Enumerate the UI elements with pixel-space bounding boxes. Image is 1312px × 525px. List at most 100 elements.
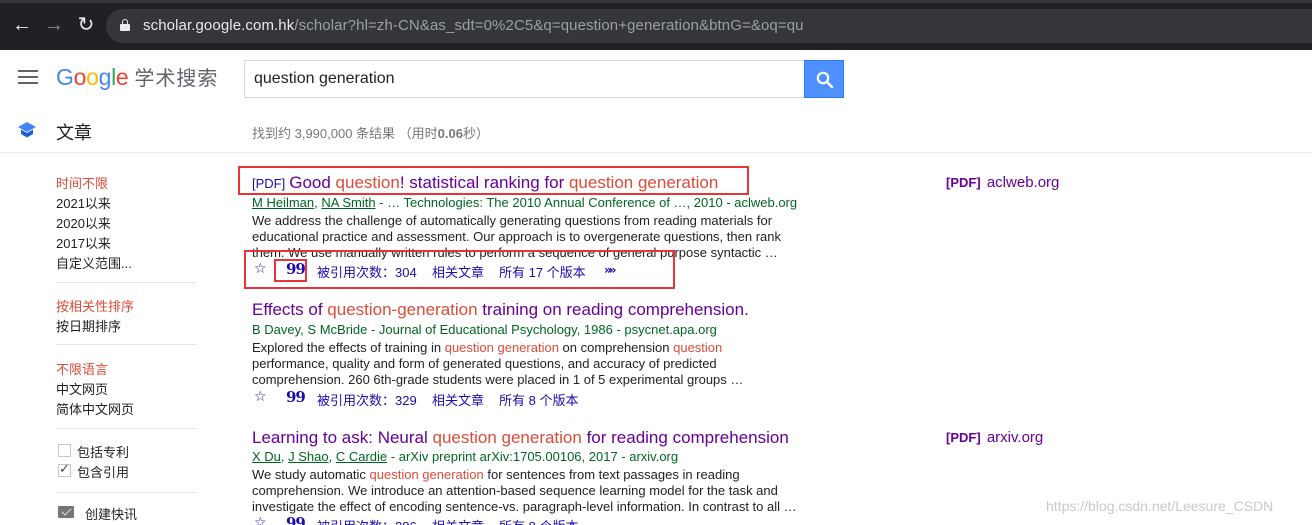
result-meta: M Heilman, NA Smith - … Technologies: Th… <box>252 195 798 210</box>
result-snippet: Explored the effects of training in ques… <box>252 340 802 388</box>
result-title[interactable]: Effects of question-generation training … <box>252 300 749 320</box>
author-link[interactable]: X Du <box>252 449 281 464</box>
pdf-tag: [PDF] <box>946 430 981 445</box>
include-citations-label: 包含引用 <box>77 465 130 480</box>
watermark: https://blog.csdn.net/Leesure_CSDN <box>1046 498 1274 514</box>
sort-by-relevance[interactable]: 按相关性排序 <box>56 296 134 315</box>
search-icon <box>816 71 834 89</box>
snippet-text: We study automatic <box>252 467 370 482</box>
include-citations-checkbox[interactable] <box>58 462 71 477</box>
search-button[interactable] <box>804 60 844 98</box>
related-articles-link[interactable]: 相关文章 <box>432 516 484 525</box>
filter-since-2021[interactable]: 2021以来 <box>56 193 111 212</box>
stats-time: 0.06 <box>437 126 463 141</box>
cite-quote-icon[interactable]: 99 <box>286 514 306 525</box>
pdf-side-link[interactable]: [PDF] aclweb.org <box>946 174 1059 191</box>
lang-any[interactable]: 不限语言 <box>56 359 108 378</box>
sidebar-divider <box>56 282 196 283</box>
result-meta: X Du, J Shao, C Cardie - arXiv preprint … <box>252 449 679 464</box>
save-star-icon[interactable]: ☆ <box>254 389 267 405</box>
result-meta: B Davey, S McBride - Journal of Educatio… <box>252 322 717 337</box>
save-star-icon[interactable]: ☆ <box>254 515 267 525</box>
stats-prefix: 找到约 3,990,000 条结果 （用时 <box>252 126 438 141</box>
related-articles-link[interactable]: 相关文章 <box>432 390 484 409</box>
snippet-highlight: question generation <box>369 467 484 482</box>
address-bar[interactable]: scholar.google.com.hk/scholar?hl=zh-CN&a… <box>106 9 1312 43</box>
snippet-line: educational practice and assessment. Our… <box>252 229 781 244</box>
url-host: scholar.google.com.hk <box>143 17 295 34</box>
annotation-box-actions <box>244 250 675 289</box>
reload-icon[interactable]: ↻ <box>75 12 97 38</box>
tab-strip-edge <box>0 0 1312 3</box>
sidebar-divider <box>56 492 196 493</box>
snippet-highlight: question generation <box>444 340 559 355</box>
snippet-text: Explored the effects of training in <box>252 340 445 355</box>
google-scholar-logo[interactable]: Google 学术搜索 <box>56 62 218 91</box>
annotation-box-title <box>238 166 749 195</box>
title-highlight: question generation <box>432 428 582 447</box>
pdf-tag: [PDF] <box>946 175 981 190</box>
cited-by-link[interactable]: 被引用次数：286 <box>317 516 417 525</box>
lang-simplified-chinese[interactable]: 简体中文网页 <box>56 399 134 418</box>
author-link[interactable]: NA Smith <box>321 195 375 210</box>
snippet-line: Explored the effects of training in ques… <box>252 340 802 356</box>
url-path: /scholar?hl=zh-CN&as_sdt=0%2C5&q=questio… <box>294 17 804 34</box>
snippet-line: comprehension. We introduce an attention… <box>252 483 778 498</box>
snippet-line: We study automatic question generation f… <box>252 467 802 483</box>
section-label: 文章 <box>56 123 92 143</box>
result-stats: 找到约 3,990,000 条结果 （用时0.06秒） <box>252 123 489 142</box>
filter-any-time[interactable]: 时间不限 <box>56 173 108 192</box>
author-link[interactable]: C Cardie <box>336 449 387 464</box>
author-link[interactable]: S McBride <box>307 322 367 337</box>
lang-chinese-pages[interactable]: 中文网页 <box>56 379 108 398</box>
filter-since-2017[interactable]: 2017以来 <box>56 233 111 252</box>
include-patents-label: 包括专利 <box>77 445 130 460</box>
create-alert-link[interactable]: 创建快讯 <box>85 504 137 523</box>
logo-letter: e <box>115 64 129 90</box>
lock-icon <box>120 19 130 31</box>
stats-suffix: 秒） <box>462 126 489 141</box>
back-arrow-icon[interactable]: ← <box>11 12 33 38</box>
sidebar-divider <box>56 428 196 429</box>
sidebar-divider <box>56 344 196 345</box>
publication-info: - … Technologies: The 2010 Annual Confer… <box>375 195 798 210</box>
url-text: scholar.google.com.hk/scholar?hl=zh-CN&a… <box>143 17 804 34</box>
cite-quote-icon[interactable]: 99 <box>286 388 306 406</box>
author-link[interactable]: B Davey <box>252 322 300 337</box>
title-text: for reading comprehension <box>581 428 789 447</box>
annotation-box-cite <box>274 259 307 282</box>
all-versions-link[interactable]: 所有 8 个版本 <box>499 390 578 409</box>
graduation-cap-icon <box>18 122 36 138</box>
title-text: Effects of <box>252 300 328 319</box>
logo-letter: G <box>56 64 74 90</box>
filter-custom-range[interactable]: 自定义范围... <box>56 253 132 272</box>
pdf-side-link[interactable]: [PDF] arxiv.org <box>946 429 1043 446</box>
snippet-line: investigate the effect of encoding sente… <box>252 499 797 514</box>
author-link[interactable]: J Shao <box>288 449 328 464</box>
publication-info: - arXiv preprint arXiv:1705.00106, 2017 … <box>387 449 679 464</box>
publication-info: - Journal of Educational Psychology, 198… <box>367 322 717 337</box>
cited-by-link[interactable]: 被引用次数：329 <box>317 390 417 409</box>
filter-since-2020[interactable]: 2020以来 <box>56 213 111 232</box>
pdf-host: aclweb.org <box>986 174 1060 191</box>
mail-icon <box>58 506 74 518</box>
pdf-host: arxiv.org <box>986 429 1044 446</box>
menu-icon[interactable] <box>18 70 38 84</box>
snippet-text: for sentences from text passages in read… <box>483 467 740 482</box>
result-snippet: We study automatic question generation f… <box>252 467 802 515</box>
forward-arrow-icon[interactable]: → <box>43 12 65 38</box>
title-highlight: question-generation <box>327 300 478 319</box>
snippet-line: performance, quality and form of generat… <box>252 356 717 371</box>
result-title[interactable]: Learning to ask: Neural question generat… <box>252 428 789 448</box>
logo-letter: o <box>86 64 99 90</box>
sort-by-date[interactable]: 按日期排序 <box>56 316 121 335</box>
include-patents-checkbox[interactable] <box>58 444 71 457</box>
snippet-line: We address the challenge of automaticall… <box>252 213 773 228</box>
logo-subtitle: 学术搜索 <box>134 68 219 90</box>
title-text: Learning to ask: Neural <box>252 428 433 447</box>
all-versions-link[interactable]: 所有 8 个版本 <box>499 516 578 525</box>
author-link[interactable]: M Heilman <box>252 195 314 210</box>
search-input[interactable] <box>244 60 804 98</box>
logo-letter: o <box>73 64 87 90</box>
header-divider <box>0 152 1312 153</box>
